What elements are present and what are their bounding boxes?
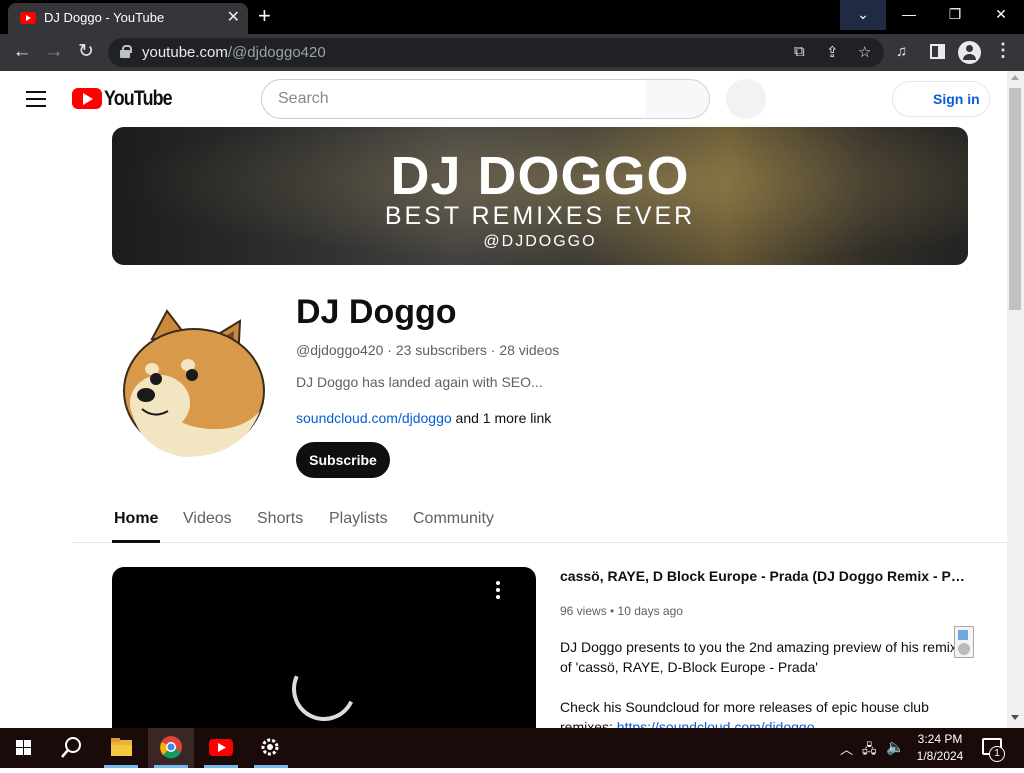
profile-avatar-icon[interactable]	[958, 41, 981, 64]
scroll-down-arrow-icon[interactable]	[1011, 715, 1019, 720]
tab-community[interactable]: Community	[413, 510, 494, 528]
featured-video-title[interactable]: cassö, RAYE, D Block Europe - Prada (DJ …	[560, 568, 970, 584]
tab-shorts[interactable]: Shorts	[257, 510, 303, 528]
featured-video-description-links: Check his Soundcloud for more releases o…	[560, 697, 960, 728]
description-soundcloud-link[interactable]: https://soundcloud.com/djdoggo	[617, 719, 815, 728]
banner-title: DJ DOGGO	[390, 146, 690, 206]
sign-in-label: Sign in	[933, 91, 980, 107]
channel-links: soundcloud.com/djdoggo and 1 more link	[296, 410, 551, 426]
url-path: /@djdoggo420	[227, 44, 326, 61]
tab-search-chevron-icon[interactable]: ⌄	[840, 0, 886, 30]
new-tab-button[interactable]: +	[258, 3, 271, 29]
url-host: youtube.com	[142, 44, 228, 61]
loading-spinner-icon	[282, 647, 366, 728]
bookmark-star-icon[interactable]: ☆	[858, 43, 871, 61]
tab-videos[interactable]: Videos	[183, 510, 232, 528]
banner-subtitle: BEST REMIXES EVER	[384, 202, 696, 230]
url-text[interactable]: youtube.com/@djdoggo420	[142, 44, 326, 61]
search-placeholder: Search	[278, 90, 329, 107]
scrollbar-thumb[interactable]	[1009, 88, 1021, 310]
youtube-favicon-icon	[20, 12, 36, 24]
subscribe-button[interactable]: Subscribe	[296, 442, 390, 478]
tab-home[interactable]: Home	[114, 510, 158, 528]
channel-tabs: Home Videos Shorts Playlists Community	[72, 501, 1007, 543]
taskbar-search-icon[interactable]	[48, 728, 94, 768]
minimize-window-button[interactable]: —	[886, 0, 932, 30]
youtube-logo-icon[interactable]	[72, 88, 102, 109]
search-button[interactable]	[646, 79, 710, 119]
search-input[interactable]: Search	[261, 79, 647, 119]
channel-name: DJ Doggo	[296, 293, 457, 331]
youtube-taskbar-icon[interactable]	[198, 728, 244, 768]
open-in-app-icon[interactable]: ⧉	[794, 43, 805, 60]
tab-playlists[interactable]: Playlists	[329, 510, 388, 528]
tab-title: DJ Doggo - YouTube	[44, 10, 165, 25]
more-options-icon[interactable]	[495, 581, 501, 601]
chrome-taskbar-icon[interactable]	[148, 728, 194, 768]
tab-close-icon[interactable]: ✕	[227, 7, 240, 27]
restore-window-button[interactable]: ❐	[932, 0, 978, 30]
address-bar[interactable]: youtube.com/@djdoggo420 ⧉ ⇪ ☆	[108, 38, 884, 67]
channel-avatar[interactable]	[112, 299, 272, 463]
channel-description[interactable]: DJ Doggo has landed again with SEO...	[296, 374, 543, 390]
side-panel-icon[interactable]	[930, 44, 945, 59]
clock-time[interactable]: 3:24 PM	[910, 732, 970, 746]
banner-handle: @DJDOGGO	[483, 233, 597, 250]
featured-video-description: DJ Doggo presents to you the 2nd amazing…	[560, 639, 957, 675]
browser-tab-strip: DJ Doggo - YouTube ✕ + ⌄ — ❐ ✕	[0, 0, 1024, 34]
lock-icon[interactable]	[120, 45, 132, 58]
active-tab-indicator	[112, 540, 160, 543]
channel-banner: DJ DOGGO BEST REMIXES EVER @DJDOGGO	[112, 127, 968, 265]
scroll-up-arrow-icon[interactable]	[1011, 75, 1019, 80]
reload-icon[interactable]: ↻	[74, 40, 98, 64]
channel-meta: @djdoggo420 · 23 subscribers · 28 videos	[296, 342, 560, 358]
media-controls-icon[interactable]: ♫	[896, 43, 907, 60]
hamburger-menu-icon[interactable]	[26, 91, 46, 107]
file-explorer-icon[interactable]	[98, 728, 144, 768]
browser-toolbar: ← → ↻ youtube.com/@djdoggo420 ⧉ ⇪ ☆ ♫ ⋮	[0, 34, 1024, 71]
youtube-wordmark[interactable]: YouTube	[104, 87, 173, 111]
broken-image-icon	[954, 626, 974, 658]
sign-in-button[interactable]: Sign in	[892, 81, 990, 117]
notification-count-badge: 1	[989, 746, 1005, 762]
page-scrollbar[interactable]	[1007, 71, 1024, 728]
forward-arrow-icon[interactable]: →	[42, 40, 66, 64]
tray-overflow-chevron-icon[interactable]: ︿	[840, 739, 853, 758]
browser-tab[interactable]: DJ Doggo - YouTube ✕	[8, 3, 248, 34]
more-links-link[interactable]: and 1 more link	[452, 410, 552, 426]
close-window-button[interactable]: ✕	[978, 0, 1024, 30]
network-icon[interactable]: 🖧	[862, 740, 877, 762]
volume-muted-icon[interactable]: 🔈	[886, 738, 905, 756]
back-arrow-icon[interactable]: ←	[10, 40, 34, 64]
voice-search-button[interactable]	[726, 79, 766, 119]
soundcloud-link[interactable]: soundcloud.com/djdoggo	[296, 410, 452, 426]
youtube-page: YouTube Search Sign in DJ DOGGO BEST REM…	[0, 71, 1024, 728]
settings-gear-icon[interactable]	[248, 728, 294, 768]
clock-date[interactable]: 1/8/2024	[910, 749, 970, 763]
chrome-menu-icon[interactable]: ⋮	[994, 40, 1012, 61]
featured-video-player[interactable]	[112, 567, 536, 728]
windows-start-icon[interactable]	[0, 728, 46, 768]
featured-video-meta: 96 views • 10 days ago	[560, 604, 683, 618]
share-icon[interactable]: ⇪	[826, 43, 839, 61]
windows-taskbar: ︿ 🖧 🔈 3:24 PM 1/8/2024 1	[0, 728, 1024, 768]
